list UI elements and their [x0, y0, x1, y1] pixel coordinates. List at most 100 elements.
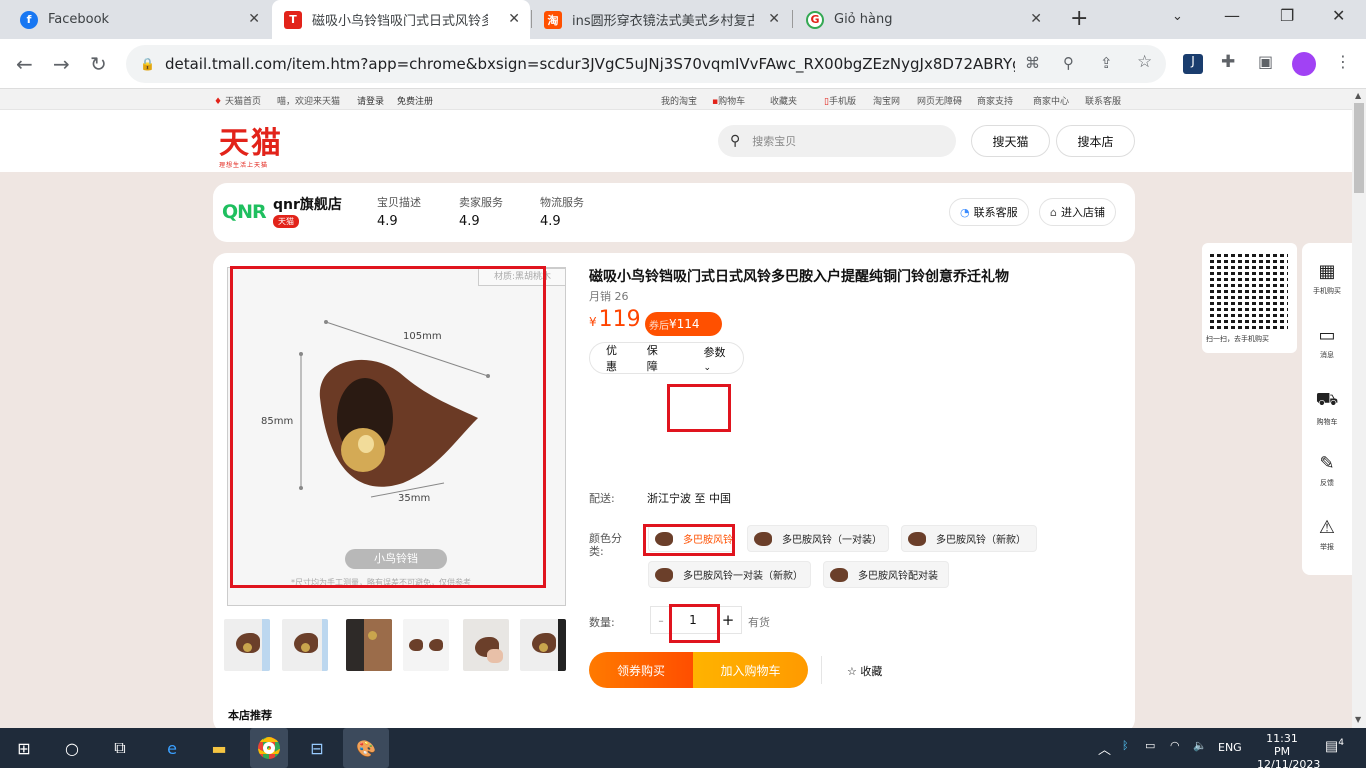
edge-icon[interactable]: e [160, 736, 184, 760]
add-to-cart-button[interactable]: 加入购物车 [693, 652, 808, 688]
minimize-button[interactable]: — [1224, 6, 1240, 25]
taobao-link[interactable]: 淘宝网 [873, 94, 900, 107]
buy-with-coupon-button[interactable]: 领券购买 [589, 652, 693, 688]
shop-name[interactable]: qnr旗舰店 [273, 194, 342, 214]
close-tab-icon[interactable]: ✕ [248, 11, 260, 27]
scrollbar-thumb[interactable] [1354, 103, 1364, 193]
shop-recommend-heading: 本店推荐 [228, 709, 272, 722]
favorites-link[interactable]: 收藏夹 [770, 94, 797, 107]
tab-discount[interactable]: 优惠 [606, 342, 625, 374]
customer-service-link[interactable]: 联系客服 [1085, 94, 1121, 107]
profile-avatar[interactable] [1292, 52, 1316, 76]
share-icon[interactable]: ⇪ [1100, 54, 1113, 72]
page-scrollbar[interactable]: ▲ ▼ [1352, 89, 1366, 728]
monthly-sales: 月销 26 [589, 290, 629, 303]
new-tab-button[interactable]: + [1070, 6, 1088, 31]
thumbnail-4[interactable] [403, 619, 449, 671]
my-taobao-link[interactable]: 我的淘宝 [661, 94, 697, 107]
login-link[interactable]: 请登录 [357, 94, 384, 107]
reload-icon[interactable]: ↻ [90, 52, 107, 76]
menu-icon[interactable]: ⋮ [1335, 52, 1351, 71]
extension-j-icon[interactable]: J [1183, 54, 1203, 74]
bookmark-star-icon[interactable]: ☆ [1137, 52, 1152, 72]
translate-icon[interactable]: ⌘ [1025, 54, 1040, 72]
thumbnail-1[interactable] [224, 619, 270, 671]
product-card: 材质:黑胡桃木 105mm 85mm 35mm 小鸟铃铛 *尺寸均为手工测量，略… [213, 253, 1135, 728]
merchant-center-link[interactable]: 商家中心 [1033, 94, 1069, 107]
tab-cart[interactable]: G Giỏ hàng ✕ [794, 0, 1052, 39]
favorite-button[interactable]: ☆ 收藏 [847, 663, 882, 679]
thumbnail-6[interactable] [520, 619, 566, 671]
nav-cart-link[interactable]: ▪购物车 [712, 94, 745, 107]
thumbnail-3[interactable] [346, 619, 392, 671]
forward-icon[interactable]: → [53, 52, 70, 76]
tab-tmall[interactable]: T 磁吸小鸟铃铛吸门式日式风铃多巴 ✕ [272, 0, 530, 39]
window-close-button[interactable]: ✕ [1332, 6, 1345, 25]
thumbnail-2[interactable] [282, 619, 328, 671]
search-shop-button[interactable]: 搜本店 [1056, 125, 1135, 157]
thumbnail-5[interactable] [463, 619, 509, 671]
delivery-label: 配送: [589, 492, 615, 505]
side-report[interactable]: ⚠ 举报 [1302, 517, 1352, 552]
search-tmall-button[interactable]: 搜天猫 [971, 125, 1050, 157]
file-explorer-icon[interactable]: ▬ [207, 736, 231, 760]
side-panel-icon[interactable]: ▣ [1258, 52, 1273, 71]
web-page: ♦ 天猫首页 喵，欢迎来天猫 请登录 免费注册 我的淘宝 ▪购物车 收藏夹 ▯手… [0, 89, 1352, 728]
accessibility-link[interactable]: 网页无障碍 [917, 94, 962, 107]
url-text: detail.tmall.com/item.htm?app=chrome&bxs… [164, 55, 1015, 73]
highlight-box-coupon [667, 384, 731, 432]
extensions-puzzle-icon[interactable]: ✚ [1221, 52, 1235, 72]
qty-minus-button[interactable]: - [651, 611, 671, 630]
clock[interactable]: 11:31 PM 12/11/2023 [1257, 732, 1320, 768]
close-tab-icon[interactable]: ✕ [768, 11, 780, 27]
bluetooth-icon[interactable]: ᛒ [1122, 739, 1129, 752]
paint-icon[interactable]: 🎨 [343, 728, 389, 768]
maximize-button[interactable]: ❐ [1280, 6, 1294, 25]
side-feedback[interactable]: ✎ 反馈 [1302, 453, 1352, 488]
coupon-price-badge[interactable]: 券后 ¥114 [645, 312, 722, 336]
side-cart[interactable]: ⛟ 购物车 [1302, 389, 1352, 427]
tab-search-icon[interactable]: ⌄ [1172, 9, 1183, 24]
tab-facebook[interactable]: f Facebook ✕ [8, 0, 270, 39]
address-bar[interactable]: 🔒 detail.tmall.com/item.htm?app=chrome&b… [126, 45, 1166, 83]
language-indicator[interactable]: ENG [1218, 741, 1242, 754]
volume-icon[interactable]: 🔈 [1193, 739, 1207, 752]
tab-strip: f Facebook ✕ T 磁吸小鸟铃铛吸门式日式风铃多巴 ✕ 淘 ins圆形… [0, 0, 1366, 39]
store-icon[interactable]: ⊟ [305, 736, 329, 760]
chrome-icon[interactable] [250, 728, 288, 768]
notifications-icon[interactable]: ▤4 [1325, 738, 1344, 755]
store-icon: ⌂ [1050, 205, 1057, 219]
back-icon[interactable]: ← [16, 52, 33, 76]
battery-icon[interactable]: ▭ [1145, 739, 1155, 752]
lock-icon[interactable]: 🔒 [140, 57, 155, 71]
zoom-icon[interactable]: ⚲ [1063, 54, 1074, 72]
option-3[interactable]: 多巴胺风铃（新款） [901, 525, 1037, 552]
side-message[interactable]: ▭ 消息 [1302, 325, 1352, 360]
tmall-home-link[interactable]: ♦ 天猫首页 [214, 94, 261, 107]
register-link[interactable]: 免费注册 [397, 94, 433, 107]
delivery-value[interactable]: 浙江宁波 至 中国 [647, 490, 731, 506]
task-view-icon[interactable]: ⧉ [108, 736, 132, 760]
option-5[interactable]: 多巴胺风铃配对装 [823, 561, 949, 588]
mobile-link[interactable]: ▯手机版 [824, 94, 856, 107]
tab-taobao[interactable]: 淘 ins圆形穿衣镜法式美式乡村复古 ✕ [532, 0, 790, 39]
tmall-logo[interactable]: 天猫 理想生活上天猫 [219, 118, 283, 169]
enter-shop-button[interactable]: ⌂ 进入店铺 [1039, 198, 1116, 226]
close-tab-icon[interactable]: ✕ [508, 11, 520, 27]
search-input[interactable]: ⚲ 搜索宝贝 [718, 125, 956, 157]
wifi-icon[interactable]: ◠ [1170, 739, 1180, 752]
tray-chevron-icon[interactable]: ︿ [1098, 739, 1111, 758]
shop-bar: QNR qnr旗舰店 天猫 宝贝描述 4.9 卖家服务 4.9 物流服务 4.9 ◔ 联… [213, 183, 1135, 242]
shop-logo[interactable]: QNR [222, 201, 267, 223]
tab-guarantee[interactable]: 保障 [647, 342, 666, 374]
merchant-support-link[interactable]: 商家支持 [977, 94, 1013, 107]
side-mobile-buy[interactable]: ▦ 手机购买 [1302, 261, 1352, 296]
search-circle-icon[interactable]: ○ [60, 736, 84, 760]
option-4[interactable]: 多巴胺风铃一对装（新款） [648, 561, 811, 588]
close-tab-icon[interactable]: ✕ [1030, 11, 1042, 27]
qr-caption: 扫一扫，去手机购买 [1206, 335, 1269, 343]
tab-params[interactable]: 参数 ⌄ [688, 344, 743, 373]
contact-service-button[interactable]: ◔ 联系客服 [949, 198, 1029, 226]
windows-start-icon[interactable]: ⊞ [12, 736, 36, 760]
option-2[interactable]: 多巴胺风铃（一对装） [747, 525, 889, 552]
